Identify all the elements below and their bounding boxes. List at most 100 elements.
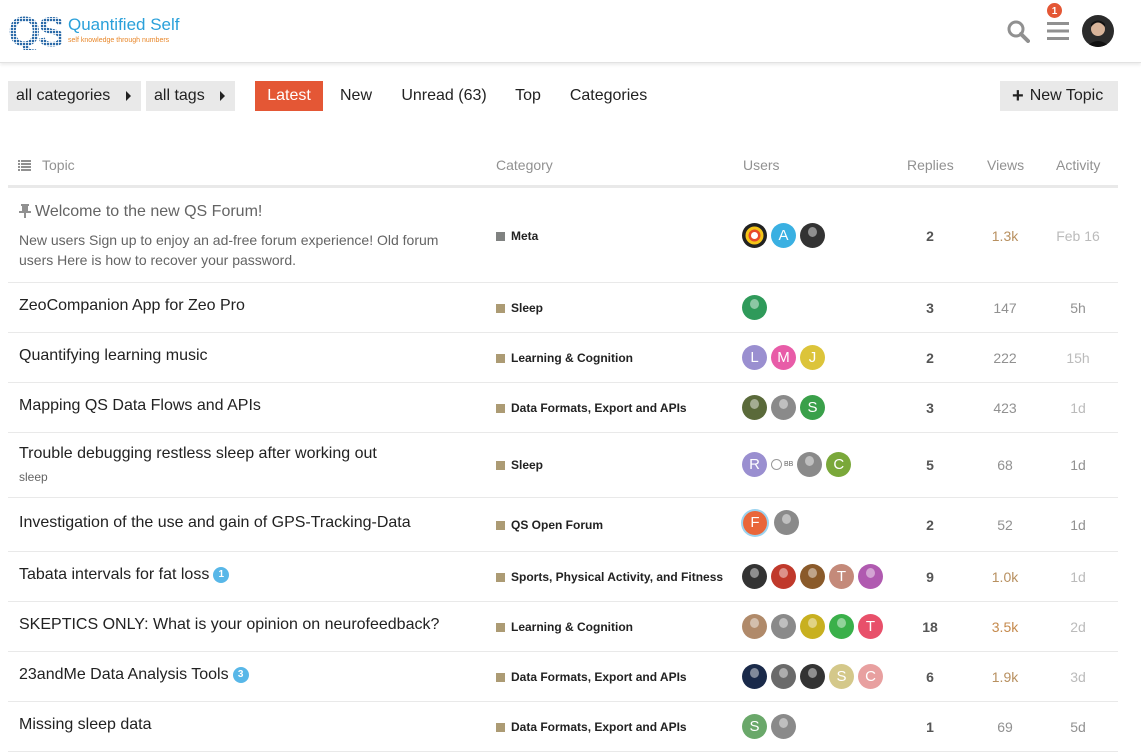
avatar[interactable]	[771, 564, 796, 589]
avatar[interactable]: L	[742, 345, 767, 370]
avatar[interactable]: S	[800, 395, 825, 420]
current-user-avatar[interactable]	[1082, 15, 1114, 47]
avatar[interactable]	[742, 395, 767, 420]
avatar[interactable]: A	[771, 223, 796, 248]
avatar[interactable]: T	[829, 564, 854, 589]
category-badge[interactable]: QS Open Forum	[496, 518, 603, 532]
replies-count[interactable]: 3	[900, 300, 960, 316]
replies-count[interactable]: 18	[900, 619, 960, 635]
caret-right-icon	[126, 91, 131, 101]
tab-unread[interactable]: Unread (63)	[393, 81, 495, 111]
avatar[interactable]	[800, 223, 825, 248]
avatar[interactable]: T	[858, 614, 883, 639]
activity-time[interactable]: Feb 16	[1048, 228, 1108, 244]
replies-count[interactable]: 3	[900, 400, 960, 416]
tab-latest[interactable]: Latest	[255, 81, 323, 111]
tab-categories[interactable]: Categories	[561, 81, 656, 111]
search-button[interactable]	[998, 12, 1038, 50]
topic-title[interactable]: 23andMe Data Analysis Tools 3	[19, 666, 249, 684]
avatar[interactable]	[800, 664, 825, 689]
menu-button[interactable]: 1	[1038, 2, 1078, 50]
poster-avatars: S	[742, 714, 800, 739]
avatar[interactable]: M	[771, 345, 796, 370]
avatar[interactable]	[800, 564, 825, 589]
logo-subtitle: self knowledge through numbers	[68, 36, 170, 44]
poster-avatars: T	[742, 614, 887, 639]
avatar[interactable]	[742, 614, 767, 639]
avatar[interactable]	[800, 614, 825, 639]
category-badge[interactable]: Sleep	[496, 301, 543, 315]
topic-title[interactable]: Quantifying learning music	[19, 347, 208, 365]
topic-title[interactable]: Missing sleep data	[19, 716, 152, 734]
new-topic-button[interactable]: + New Topic	[1000, 81, 1118, 111]
avatar[interactable]: C	[858, 664, 883, 689]
topic-title[interactable]: Trouble debugging restless sleep after w…	[19, 445, 377, 463]
replies-count[interactable]: 9	[900, 569, 960, 585]
notification-badge[interactable]: 1	[1046, 2, 1063, 19]
activity-time[interactable]: 3d	[1048, 669, 1108, 685]
list-icon[interactable]	[18, 160, 31, 171]
topic-title[interactable]: Tabata intervals for fat loss 1	[19, 566, 230, 584]
table-row: Mapping QS Data Flows and APIs Data Form…	[8, 383, 1118, 433]
avatar[interactable]	[829, 614, 854, 639]
avatar[interactable]	[771, 614, 796, 639]
activity-time[interactable]: 1d	[1048, 400, 1108, 416]
category-badge[interactable]: Learning & Cognition	[496, 351, 633, 365]
avatar[interactable]	[858, 564, 883, 589]
avatar[interactable]: R	[742, 452, 767, 477]
avatar[interactable]	[771, 395, 796, 420]
replies-count[interactable]: 2	[900, 517, 960, 533]
category-badge[interactable]: Data Formats, Export and APIs	[496, 720, 687, 734]
column-activity[interactable]: Activity	[1056, 157, 1100, 173]
avatar[interactable]: S	[742, 714, 767, 739]
replies-count[interactable]: 6	[900, 669, 960, 685]
topic-title[interactable]: Welcome to the new QS Forum!	[35, 203, 262, 221]
activity-time[interactable]: 1d	[1048, 457, 1108, 473]
all-categories-dropdown[interactable]: all categories	[8, 81, 141, 111]
avatar[interactable]	[742, 564, 767, 589]
avatar[interactable]	[771, 664, 796, 689]
replies-count[interactable]: 5	[900, 457, 960, 473]
column-replies[interactable]: Replies	[907, 157, 954, 173]
avatar[interactable]	[742, 295, 767, 320]
activity-time[interactable]: 2d	[1048, 619, 1108, 635]
avatar[interactable]: C	[826, 452, 852, 477]
topic-title[interactable]: Investigation of the use and gain of GPS…	[19, 514, 411, 532]
avatar[interactable]	[742, 664, 767, 689]
activity-time[interactable]: 15h	[1048, 350, 1108, 366]
category-badge[interactable]: Data Formats, Export and APIs	[496, 670, 687, 684]
activity-time[interactable]: 1d	[1048, 569, 1108, 585]
column-views[interactable]: Views	[987, 157, 1024, 173]
avatar[interactable]	[771, 714, 796, 739]
avatar[interactable]: S	[829, 664, 854, 689]
site-logo[interactable]: QS Quantified Self self knowledge throug…	[8, 10, 180, 50]
replies-count[interactable]: 2	[900, 350, 960, 366]
avatar[interactable]	[774, 510, 799, 535]
tab-new[interactable]: New	[330, 81, 382, 111]
topic-title[interactable]: Mapping QS Data Flows and APIs	[19, 397, 261, 415]
unread-count-badge[interactable]: 3	[232, 667, 249, 683]
activity-time[interactable]: 5d	[1048, 719, 1108, 735]
avatar[interactable]	[742, 223, 767, 248]
category-badge[interactable]: Learning & Cognition	[496, 620, 633, 634]
avatar[interactable]: BB	[771, 452, 793, 477]
topic-tag[interactable]: sleep	[19, 470, 48, 484]
tab-top[interactable]: Top	[507, 81, 549, 111]
category-badge[interactable]: Data Formats, Export and APIs	[496, 401, 687, 415]
avatar[interactable]: F	[743, 510, 767, 535]
avatar[interactable]: J	[800, 345, 825, 370]
avatar[interactable]	[797, 452, 823, 477]
category-badge[interactable]: Sports, Physical Activity, and Fitness	[496, 570, 723, 584]
category-badge[interactable]: Meta	[496, 229, 538, 243]
activity-time[interactable]: 1d	[1048, 517, 1108, 533]
replies-count[interactable]: 2	[900, 228, 960, 244]
topic-excerpt[interactable]: New users Sign up to enjoy an ad-free fo…	[19, 230, 469, 270]
replies-count[interactable]: 1	[900, 719, 960, 735]
topic-title[interactable]: ZeoCompanion App for Zeo Pro	[19, 297, 245, 315]
unread-count-badge[interactable]: 1	[213, 567, 230, 583]
all-tags-dropdown[interactable]: all tags	[146, 81, 235, 111]
topic-title[interactable]: SKEPTICS ONLY: What is your opinion on n…	[19, 616, 439, 634]
activity-time[interactable]: 5h	[1048, 300, 1108, 316]
category-badge[interactable]: Sleep	[496, 458, 543, 472]
views-count: 3.5k	[991, 619, 1019, 635]
